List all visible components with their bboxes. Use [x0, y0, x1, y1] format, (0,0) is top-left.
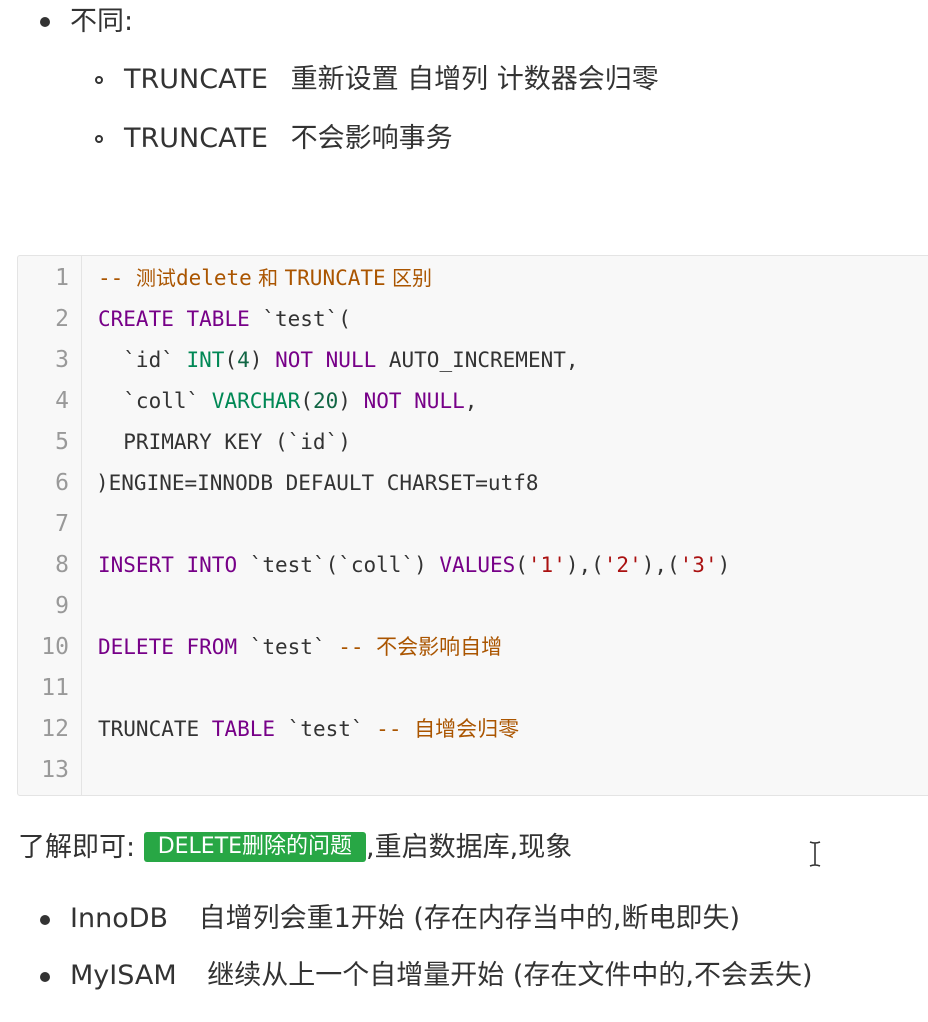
list-item: TRUNCATE 不会影响事务: [124, 121, 453, 157]
keyword-token: NULL: [414, 389, 465, 413]
keyword-token: NOT: [363, 389, 402, 413]
line-number: 3: [55, 347, 69, 373]
code-token: ,: [464, 389, 478, 413]
engine-text: 继续从上一个自增量开始 (存在文件中的,不会丢失): [207, 960, 813, 991]
code-token: ),(: [641, 553, 680, 577]
type-token: INT: [186, 348, 225, 372]
comment-token: 区别: [385, 266, 433, 290]
code-token: `test`(`coll`): [237, 553, 440, 577]
line-number: 6: [55, 470, 69, 496]
comment-token: 测试: [135, 266, 176, 290]
comment-token: -- 自增会归零: [376, 717, 520, 741]
list-item: InnoDB 自增列会重1开始 (存在内存当中的,断电即失): [70, 901, 740, 937]
keyword-token: CREATE: [98, 307, 174, 331]
keyword-token: TABLE: [186, 307, 250, 331]
code-token: `test`: [275, 717, 377, 741]
line-number: 9: [55, 593, 69, 619]
code-token: ): [338, 389, 364, 413]
code-line-4: `coll` VARCHAR(20) NOT NULL,: [98, 381, 477, 422]
code-line-6: )ENGINE=INNODB DEFAULT CHARSET=utf8: [96, 463, 539, 504]
code-token: TRUNCATE: [98, 717, 212, 741]
list-item: TRUNCATE 重新设置 自增列 计数器会归零: [124, 62, 659, 98]
item-keyword: TRUNCATE: [124, 64, 268, 95]
keyword-token: TABLE: [211, 717, 276, 741]
sub-bullet-ring-icon: [95, 135, 103, 143]
code-token: ),(: [565, 553, 604, 577]
keyword-token: FROM: [186, 635, 238, 659]
text-cursor-icon: [809, 841, 821, 867]
line-number: 2: [55, 306, 69, 332]
code-line-5: PRIMARY KEY (`id`): [98, 422, 351, 463]
line-number: 5: [55, 429, 69, 455]
number-token: 4: [237, 348, 250, 372]
string-token: '2': [603, 553, 642, 577]
line-number: 7: [55, 511, 69, 537]
keyword-token: INTO: [186, 553, 238, 577]
code-block[interactable]: 1 2 3 4 5 6 7 8 9 10 11 12 13 -- 测试delet…: [17, 255, 928, 796]
code-token: `test`: [237, 635, 339, 659]
bullet-dot-icon: [40, 915, 50, 925]
line-number: 10: [41, 634, 69, 660]
code-token: (: [515, 553, 528, 577]
note-prefix: 了解即可:: [18, 832, 136, 863]
keyword-token: INSERT: [98, 553, 174, 577]
code-token: (: [224, 348, 238, 372]
code-line-2: CREATE TABLE `test`(: [98, 299, 351, 340]
code-token: ): [717, 553, 731, 577]
highlight-tag[interactable]: DELETE删除的问题: [143, 832, 367, 862]
code-token: `id`: [98, 348, 187, 372]
comment-token: 和: [251, 266, 285, 290]
line-number-gutter: 1 2 3 4 5 6 7 8 9 10 11 12 13: [18, 256, 82, 795]
type-token: VARCHAR: [211, 389, 301, 413]
line-number: 11: [41, 675, 69, 701]
engine-name: MyISAM: [70, 960, 177, 991]
bullet-dot-icon: [40, 972, 50, 982]
code-token: )ENGINE=INNODB DEFAULT CHARSET=utf8: [96, 471, 539, 495]
list-item: MyISAM 继续从上一个自增量开始 (存在文件中的,不会丢失): [70, 958, 812, 994]
item-text: 重新设置 自增列 计数器会归零: [290, 64, 659, 95]
string-token: '1': [527, 553, 566, 577]
keyword-token: DELETE: [98, 635, 174, 659]
comment-token: delete: [175, 266, 252, 290]
code-line-3: `id` INT(4) NOT NULL AUTO_INCREMENT,: [98, 340, 579, 381]
line-number: 8: [55, 552, 69, 578]
keyword-token: NOT: [275, 348, 313, 372]
code-line-1: -- 测试delete 和 TRUNCATE 区别: [98, 258, 432, 299]
code-token: `test`(: [249, 307, 351, 331]
item-keyword: TRUNCATE: [124, 123, 268, 154]
item-text: 不会影响事务: [290, 123, 453, 154]
code-token: (: [300, 389, 313, 413]
line-number: 12: [41, 716, 69, 742]
note-line: 了解即可: DELETE删除的问题 ,重启数据库,现象: [18, 830, 572, 866]
number-token: 20: [312, 389, 339, 413]
code-token: `coll`: [98, 389, 212, 413]
comment-token: TRUNCATE: [284, 266, 386, 290]
sub-bullet-ring-icon: [95, 76, 103, 84]
code-line-8: INSERT INTO `test`(`coll`) VALUES('1'),(…: [98, 545, 730, 586]
line-number: 1: [55, 265, 69, 291]
list-heading: 不同:: [70, 4, 133, 40]
heading-text: 不同:: [70, 6, 134, 37]
comment-token: -- 不会影响自增: [338, 635, 503, 659]
code-token: ): [249, 348, 276, 372]
code-token: PRIMARY KEY (`id`): [98, 430, 351, 454]
code-line-10: DELETE FROM `test` -- 不会影响自增: [98, 627, 502, 668]
keyword-token: VALUES: [439, 553, 516, 577]
line-number: 13: [41, 757, 69, 783]
code-line-12: TRUNCATE TABLE `test` -- 自增会归零: [98, 709, 519, 750]
line-number: 4: [55, 388, 69, 414]
note-suffix: ,重启数据库,现象: [366, 832, 573, 863]
comment-token: --: [98, 266, 136, 290]
keyword-token: NULL: [325, 348, 377, 372]
code-token: AUTO_INCREMENT,: [376, 348, 579, 372]
string-token: '3': [679, 553, 718, 577]
engine-text: 自增列会重1开始 (存在内存当中的,断电即失): [198, 903, 741, 934]
engine-name: InnoDB: [70, 903, 169, 934]
bullet-dot-icon: [40, 17, 50, 27]
